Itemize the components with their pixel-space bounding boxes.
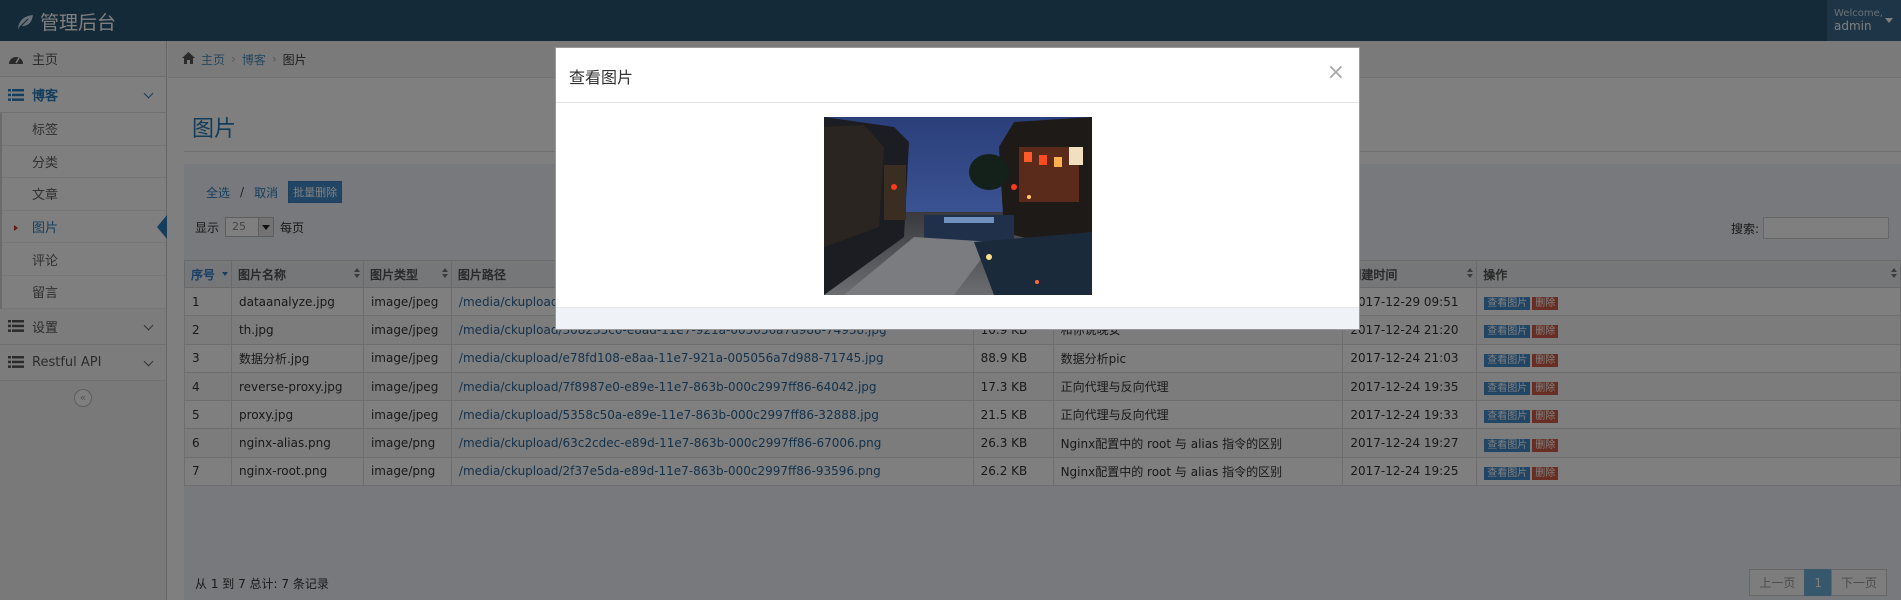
modal-title: 查看图片 [569, 68, 634, 87]
modal-body [556, 103, 1359, 308]
modal-header: 查看图片 × [556, 48, 1359, 103]
modal-footer [556, 307, 1359, 329]
view-image-modal: 查看图片 × [555, 47, 1360, 330]
close-icon[interactable]: × [1327, 62, 1345, 84]
preview-image [824, 117, 1092, 295]
